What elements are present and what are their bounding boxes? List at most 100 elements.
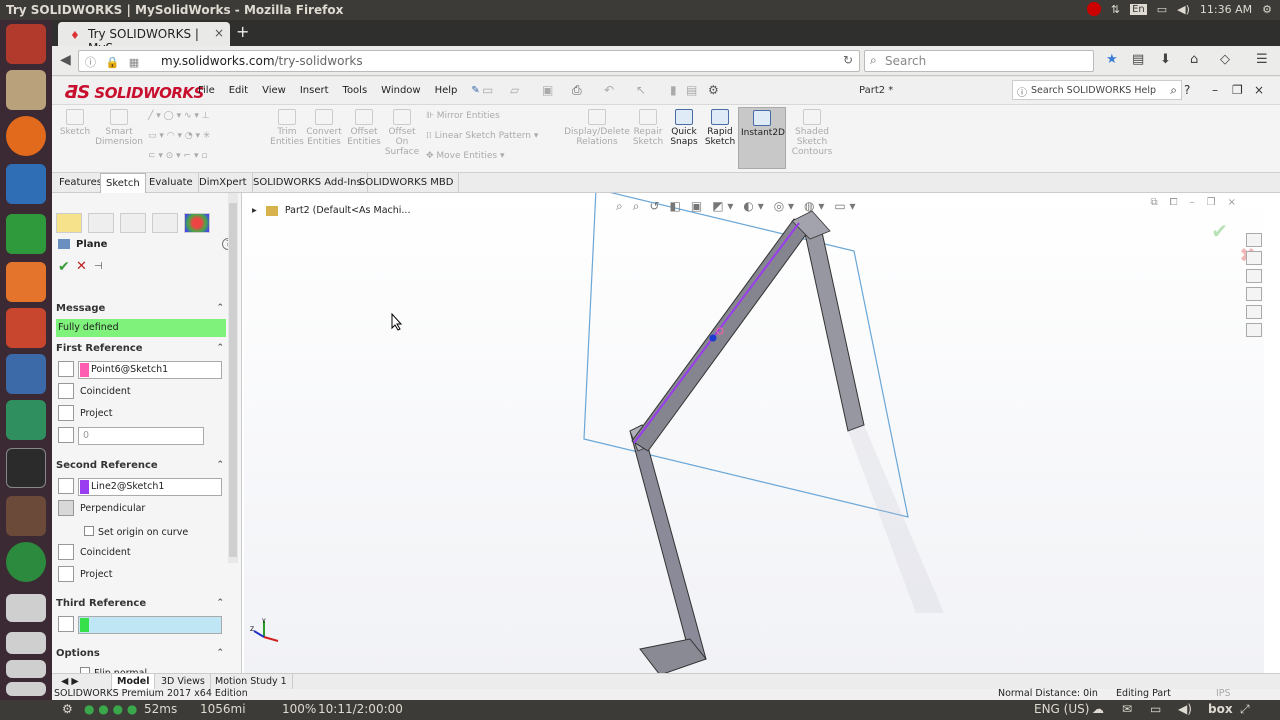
menu-edit[interactable]: Edit: [229, 85, 248, 96]
menu-help[interactable]: Help: [435, 85, 458, 96]
chrome-icon[interactable]: [6, 542, 46, 582]
collapse-icon[interactable]: ⌃: [216, 460, 224, 470]
confirm-corner-ok-icon[interactable]: ✔: [1211, 219, 1228, 243]
pocket-icon[interactable]: ◇: [1220, 52, 1230, 67]
trim-entities-button[interactable]: Trim Entities: [270, 109, 304, 147]
menu-file[interactable]: File: [198, 85, 215, 96]
software-center-icon[interactable]: [6, 262, 46, 302]
volume-icon[interactable]: ◀): [1178, 702, 1192, 716]
collapse-icon[interactable]: ⌃: [216, 648, 224, 658]
checkbox[interactable]: [84, 526, 94, 536]
offset-on-surface-button[interactable]: Offset On Surface: [384, 109, 420, 157]
record-icon[interactable]: [1086, 2, 1101, 16]
minimize-button[interactable]: –: [1212, 83, 1218, 97]
expand-icon[interactable]: ⤢: [1240, 702, 1250, 717]
appearance-icon[interactable]: ◍ ▾: [804, 199, 824, 214]
sw-help-search-input[interactable]: ⓘ Search SOLIDWORKS Help ⌕: [1012, 80, 1182, 100]
menu-insert[interactable]: Insert: [300, 85, 329, 96]
first-reference-selection[interactable]: Point6@Sketch1: [78, 361, 222, 379]
rebuild-icon[interactable]: ▮: [670, 83, 677, 97]
tab-dimxpert[interactable]: DimXpert: [194, 173, 253, 193]
drive-icon[interactable]: [6, 594, 46, 622]
rapid-sketch-button[interactable]: Rapid Sketch: [704, 109, 736, 147]
tile-icon[interactable]: ⧉: [1151, 197, 1158, 208]
distance-input[interactable]: 0: [78, 427, 204, 445]
section-view-icon[interactable]: ◧: [670, 199, 681, 214]
hamburger-menu-icon[interactable]: ☰: [1256, 52, 1268, 67]
split-icon[interactable]: ⧠: [1170, 197, 1178, 208]
menu-view[interactable]: View: [262, 85, 286, 96]
display-style-icon[interactable]: ◐ ▾: [743, 199, 763, 214]
appearances-icon[interactable]: [1246, 305, 1262, 319]
downloads-icon[interactable]: ⬇: [1160, 52, 1171, 67]
app-icon[interactable]: [6, 354, 46, 394]
scroll-thumb[interactable]: [229, 203, 237, 557]
collapse-icon[interactable]: ⌃: [216, 343, 224, 353]
units-label[interactable]: IPS: [1216, 688, 1231, 699]
pin-icon[interactable]: ✎: [471, 85, 479, 96]
dimxpert-manager-icon[interactable]: [152, 213, 178, 233]
new-tab-button[interactable]: +: [236, 22, 249, 41]
model-viewport[interactable]: [244, 193, 1264, 673]
zoom-to-fit-icon[interactable]: ⌕: [616, 199, 623, 214]
scene-icon[interactable]: ▭ ▾: [834, 199, 855, 214]
mirror-entities-button[interactable]: ⊪ Mirror Entities: [426, 111, 500, 121]
message-group-header[interactable]: Message ⌃: [56, 303, 226, 314]
tab-sketch[interactable]: Sketch: [100, 173, 146, 193]
restore-button[interactable]: ❐: [1232, 83, 1243, 97]
select-icon[interactable]: ↖: [636, 83, 646, 97]
view-orientation-icon[interactable]: ◩ ▾: [712, 199, 733, 214]
undo-icon[interactable]: ↶: [604, 83, 614, 97]
shaded-sketch-contours-button[interactable]: Shaded Sketch Contours: [790, 109, 834, 157]
paint-icon[interactable]: [6, 496, 46, 536]
sw-resources-icon[interactable]: [1246, 233, 1262, 247]
pm-scrollbar[interactable]: [228, 193, 238, 563]
reload-icon[interactable]: ↻: [843, 53, 853, 67]
calc-icon[interactable]: [6, 214, 46, 254]
keyboard-indicator[interactable]: En: [1130, 3, 1147, 15]
tab-addins[interactable]: SOLIDWORKS Add-Ins: [248, 173, 368, 193]
site-info-icon[interactable]: ⓘ 🔒 ▦: [85, 54, 142, 70]
viewport-minimize-icon[interactable]: –: [1190, 197, 1195, 208]
expand-arrow-icon[interactable]: ▸: [252, 205, 257, 216]
display-manager-icon[interactable]: [184, 213, 210, 233]
graphics-area[interactable]: ▸ Part2 (Default<As Machi... ⌕ ⌕ ↺ ◧ ▣ ◩…: [244, 193, 1264, 673]
rect-tools-row[interactable]: ▭ ▾ ◠ ▾ ◔ ▾ ✳: [148, 131, 210, 141]
line-tools-row[interactable]: ╱ ▾ ◯ ▾ ∿ ▾ ⊥: [148, 111, 210, 121]
reading-list-icon[interactable]: ▤: [1132, 52, 1144, 67]
writer-icon[interactable]: [6, 164, 46, 204]
tab-evaluate[interactable]: Evaluate: [144, 173, 199, 193]
repair-sketch-button[interactable]: Repair Sketch: [632, 109, 664, 147]
settings-gear-icon[interactable]: ⚙: [62, 702, 73, 716]
first-reference-header[interactable]: First Reference ⌃: [56, 343, 226, 354]
display-delete-relations-button[interactable]: Display/Delete Relations: [562, 109, 632, 147]
battery-icon[interactable]: ▭: [1157, 3, 1167, 16]
settings-icon[interactable]: [6, 308, 46, 348]
file-explorer-icon[interactable]: [1246, 269, 1262, 283]
browser-tab[interactable]: ♦ Try SOLIDWORKS | MyS ×: [58, 22, 230, 55]
second-reference-header[interactable]: Second Reference ⌃: [56, 460, 226, 471]
sketch-button[interactable]: Sketch: [58, 109, 92, 137]
search-input[interactable]: ⌕ Search: [864, 50, 1094, 72]
configuration-manager-icon[interactable]: [120, 213, 146, 233]
print-icon[interactable]: ⎙: [572, 83, 582, 98]
ok-button[interactable]: ✔: [58, 259, 70, 275]
dynamic-annotation-icon[interactable]: ▣: [691, 199, 702, 214]
previous-view-icon[interactable]: ↺: [649, 199, 659, 214]
new-document-icon[interactable]: ▭: [482, 83, 493, 97]
open-icon[interactable]: ▱: [510, 83, 519, 97]
property-manager-icon[interactable]: [88, 213, 114, 233]
viewport-restore-icon[interactable]: ❐: [1207, 197, 1216, 208]
viewport-close-icon[interactable]: ×: [1228, 197, 1236, 208]
menu-window[interactable]: Window: [381, 85, 420, 96]
mail-icon[interactable]: ✉: [1122, 702, 1132, 716]
second-reference-selection[interactable]: Line2@Sketch1: [78, 478, 222, 496]
tab-mbd[interactable]: SOLIDWORKS MBD: [354, 173, 460, 193]
clock[interactable]: 11:36 AM: [1200, 3, 1252, 16]
drive-icon[interactable]: [6, 632, 46, 654]
third-reference-selection[interactable]: [78, 616, 222, 634]
url-bar[interactable]: ⓘ 🔒 ▦ my.solidworks.com/try-solidworks ↻: [78, 50, 860, 72]
magnifier-icon[interactable]: ⌕: [1170, 83, 1177, 98]
settings-gear-icon[interactable]: ⚙: [1262, 3, 1272, 16]
collapse-icon[interactable]: ⌃: [216, 303, 224, 313]
